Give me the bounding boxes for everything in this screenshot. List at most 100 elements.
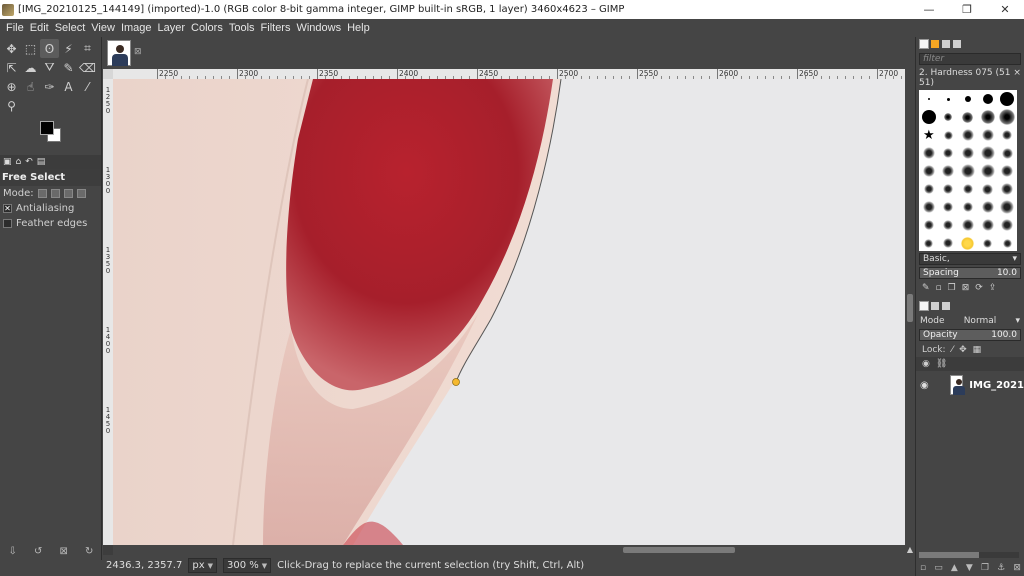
- anchor-layer-icon[interactable]: ⚓: [997, 563, 1005, 573]
- brush-swatch[interactable]: [964, 96, 971, 102]
- images-tab-icon[interactable]: ▤: [37, 157, 46, 167]
- brush-swatch[interactable]: [982, 183, 994, 195]
- color-picker-tool-icon[interactable]: ⁄: [78, 77, 97, 96]
- brush-swatch[interactable]: [923, 184, 934, 194]
- horizontal-scrollbar[interactable]: [113, 545, 905, 555]
- layers-tab-icon[interactable]: [919, 301, 929, 311]
- antialiasing-checkbox[interactable]: ✕: [3, 204, 12, 213]
- brush-filter-input[interactable]: filter: [919, 53, 1021, 65]
- brush-swatch[interactable]: [961, 147, 974, 159]
- brush-swatch[interactable]: [981, 129, 994, 141]
- brush-swatch[interactable]: [980, 146, 995, 160]
- crop-tool-icon[interactable]: ⌗: [78, 39, 97, 58]
- tool-options-tab-icon[interactable]: ▣: [3, 157, 12, 167]
- brush-swatch[interactable]: [943, 148, 954, 158]
- bucket-fill-tool-icon[interactable]: ⛛: [40, 58, 59, 77]
- brush-swatch[interactable]: [983, 238, 993, 248]
- eraser-tool-icon[interactable]: ⌫: [78, 58, 97, 77]
- brush-swatch[interactable]: [921, 110, 936, 124]
- brush-swatch[interactable]: [922, 201, 935, 213]
- duplicate-brush-icon[interactable]: ❐: [948, 283, 956, 293]
- raise-layer-icon[interactable]: ▲: [951, 563, 958, 573]
- brush-swatch[interactable]: [922, 147, 935, 159]
- fuzzy-select-tool-icon[interactable]: ⚡: [59, 39, 78, 58]
- brush-swatch[interactable]: [1001, 147, 1013, 159]
- channels-tab-icon[interactable]: [931, 302, 939, 310]
- mode-add-button[interactable]: [50, 189, 60, 198]
- brush-swatch[interactable]: [1000, 92, 1015, 106]
- delete-options-icon[interactable]: ⊠: [60, 546, 68, 557]
- brush-swatch[interactable]: [1000, 200, 1015, 214]
- fonts-tab-icon[interactable]: [942, 40, 950, 48]
- free-select-tool-icon[interactable]: ʘ: [40, 39, 59, 58]
- smudge-tool-icon[interactable]: ☝: [21, 77, 40, 96]
- menu-image[interactable]: Image: [118, 22, 155, 34]
- brush-swatch[interactable]: [1001, 165, 1014, 177]
- delete-brush-icon[interactable]: ⊠: [962, 283, 970, 293]
- quick-mask-toggle[interactable]: [103, 545, 113, 555]
- clone-tool-icon[interactable]: ⊕: [2, 77, 21, 96]
- image-canvas[interactable]: [113, 79, 905, 545]
- vertical-ruler[interactable]: 1250 1300 1350 1400 1450: [103, 79, 113, 545]
- opacity-slider[interactable]: Opacity 100.0: [919, 329, 1021, 341]
- brush-swatch[interactable]: [962, 111, 974, 123]
- close-button[interactable]: ✕: [986, 0, 1024, 19]
- lock-pixels-icon[interactable]: ⁄: [952, 345, 954, 355]
- brush-swatch[interactable]: [927, 98, 930, 100]
- edit-brush-icon[interactable]: ✎: [922, 283, 930, 293]
- brush-swatch[interactable]: [924, 238, 934, 248]
- brush-swatch[interactable]: [1001, 183, 1014, 195]
- restore-options-icon[interactable]: ↺: [34, 546, 42, 557]
- brush-swatch[interactable]: [961, 129, 974, 141]
- unified-transform-tool-icon[interactable]: ⇱: [2, 58, 21, 77]
- menu-view[interactable]: View: [88, 22, 118, 34]
- brush-swatch[interactable]: [962, 184, 973, 194]
- brush-swatch[interactable]: [961, 236, 975, 250]
- rect-select-tool-icon[interactable]: ⬚: [21, 39, 40, 58]
- layer-mode-row[interactable]: Mode Normal ▾: [919, 315, 1021, 327]
- brush-swatch[interactable]: [942, 165, 955, 177]
- brush-swatch[interactable]: [980, 110, 995, 124]
- brush-grid[interactable]: ★: [919, 90, 1017, 251]
- menu-windows[interactable]: Windows: [293, 22, 344, 34]
- brush-swatch[interactable]: [943, 130, 953, 140]
- zoom-tool-icon[interactable]: ⚲: [2, 96, 21, 115]
- menu-colors[interactable]: Colors: [188, 22, 226, 34]
- zoom-select[interactable]: 300 % ▼: [223, 558, 272, 573]
- path-tool-icon[interactable]: ✑: [40, 77, 59, 96]
- refresh-brushes-icon[interactable]: ⟳: [975, 283, 983, 293]
- image-tab-close-icon[interactable]: ⊠: [134, 47, 142, 57]
- brush-swatch[interactable]: [943, 220, 954, 230]
- new-layer-group-icon[interactable]: ▭: [934, 563, 943, 573]
- move-tool-icon[interactable]: ✥: [2, 39, 21, 58]
- undo-history-tab-icon[interactable]: ↶: [25, 157, 33, 167]
- mode-subtract-button[interactable]: [63, 189, 73, 198]
- brush-swatch[interactable]: [961, 219, 974, 231]
- reset-options-icon[interactable]: ↻: [85, 546, 93, 557]
- layer-name[interactable]: IMG_2021: [969, 380, 1024, 391]
- maximize-button[interactable]: ❐: [948, 0, 986, 19]
- mode-replace-button[interactable]: [37, 189, 47, 198]
- image-tab-thumbnail[interactable]: [107, 40, 131, 66]
- brushes-tab-icon[interactable]: [919, 39, 929, 49]
- brush-swatch[interactable]: [943, 238, 954, 248]
- mode-intersect-button[interactable]: [76, 189, 86, 198]
- brush-swatch[interactable]: [960, 164, 975, 178]
- vertical-scrollbar[interactable]: [905, 69, 915, 545]
- brush-swatch[interactable]: [1001, 219, 1014, 231]
- brush-swatch[interactable]: [946, 97, 950, 101]
- brush-swatch[interactable]: [923, 220, 934, 230]
- layers-horizontal-scrollbar[interactable]: [919, 552, 1019, 558]
- brush-swatch[interactable]: [982, 94, 993, 104]
- brush-swatch[interactable]: [1002, 130, 1013, 140]
- brush-swatch[interactable]: [999, 109, 1016, 125]
- menu-edit[interactable]: Edit: [27, 22, 52, 34]
- brush-swatch[interactable]: [981, 201, 994, 213]
- lock-alpha-icon[interactable]: ▦: [973, 345, 982, 355]
- brush-star-icon[interactable]: ★: [923, 128, 935, 143]
- duplicate-layer-icon[interactable]: ❐: [981, 563, 989, 573]
- menu-filters[interactable]: Filters: [258, 22, 294, 34]
- brush-swatch[interactable]: [943, 184, 954, 194]
- patterns-tab-icon[interactable]: [931, 40, 939, 48]
- paintbrush-tool-icon[interactable]: ✎: [59, 58, 78, 77]
